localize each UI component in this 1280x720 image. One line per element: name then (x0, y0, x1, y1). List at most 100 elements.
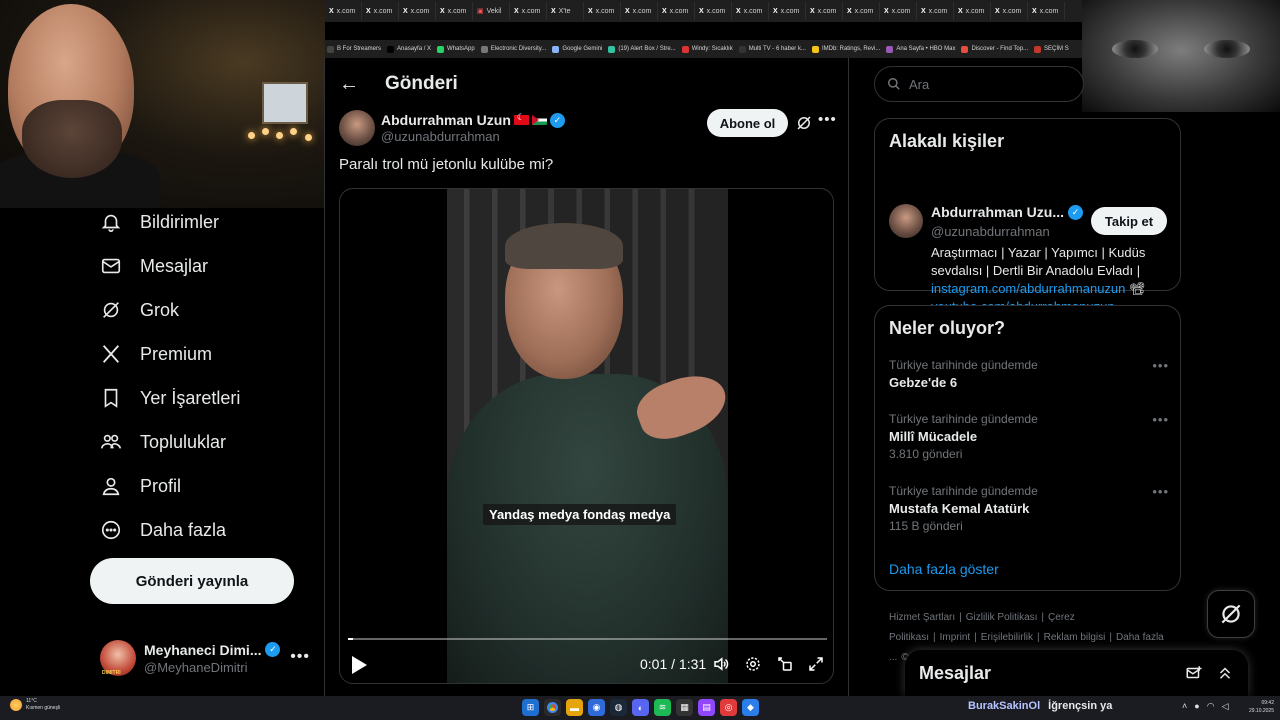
volume-icon[interactable] (712, 655, 730, 673)
footer-link[interactable]: Gizlilik Politikası (966, 612, 1038, 623)
trend-item[interactable]: Türkiye tarihinde gündemde Mustafa Kemal… (889, 484, 1169, 533)
nav-item-messages[interactable]: Mesajlar (90, 244, 320, 288)
browser-tab[interactable]: Xx.com (436, 2, 473, 20)
browser-tab[interactable]: Xx.com (325, 2, 362, 20)
bookmark-item[interactable]: Anasayfa / X (387, 45, 431, 53)
bookmark-item[interactable]: IMDb: Ratings, Revi... (811, 45, 880, 53)
post-button[interactable]: Gönderi yayınla (90, 558, 294, 604)
grok-floating-button[interactable] (1207, 590, 1255, 638)
trend-item[interactable]: Türkiye tarihinde gündemde Millî Mücadel… (889, 412, 1169, 461)
footer-link[interactable]: Imprint (940, 632, 971, 643)
bookmark-item[interactable]: Electronic Diversity... (480, 45, 546, 53)
twitch-icon[interactable]: ▤ (698, 699, 715, 716)
volume-icon[interactable]: ◁ (1222, 701, 1229, 712)
footer-link[interactable]: Reklam bilgisi (1044, 632, 1106, 643)
more-horizontal-icon[interactable]: ••• (290, 648, 310, 666)
browser-tab[interactable]: Xx.com (695, 2, 732, 20)
fullscreen-icon[interactable] (807, 655, 825, 673)
author-name[interactable]: Abdurrahman Uzun (381, 112, 511, 128)
search-input[interactable] (909, 76, 1059, 92)
steam-icon[interactable]: ◍ (610, 699, 627, 716)
browser-tab[interactable]: X X'te (547, 2, 584, 20)
webcam-overlay-left (0, 0, 325, 208)
follow-button[interactable]: Takip et (1091, 207, 1167, 235)
nav-item-profile[interactable]: Profil (90, 464, 320, 508)
footer-link[interactable]: Erişilebilirlik (981, 632, 1033, 643)
video-progress-bar[interactable] (348, 638, 827, 640)
more-horizontal-icon[interactable]: ••• (1152, 484, 1169, 499)
trend-item[interactable]: Türkiye tarihinde gündemde Gebze'de 6 ••… (889, 358, 1169, 390)
browser-tab[interactable]: Xx.com (399, 2, 436, 20)
app-icon[interactable]: ◎ (720, 699, 737, 716)
spotify-icon[interactable]: ≋ (654, 699, 671, 716)
bookmark-item[interactable]: Multi TV - 6 haber k... (738, 45, 806, 53)
author-avatar[interactable] (339, 110, 375, 146)
wifi-icon[interactable]: ◠ (1207, 701, 1215, 712)
chevron-up-icon[interactable]: ˄ (1182, 701, 1187, 712)
weather-widget[interactable]: 11°C Kısmen güneşli (10, 698, 60, 712)
browser-tab[interactable]: Xx.com (991, 2, 1028, 20)
nav-item-bookmarks[interactable]: Yer İşaretleri (90, 376, 320, 420)
app-icon[interactable]: ◉ (588, 699, 605, 716)
browser-tab[interactable]: Xx.com (1028, 2, 1065, 20)
tab-label: x.com (743, 7, 763, 15)
picture-in-picture-icon[interactable] (776, 655, 794, 673)
related-name[interactable]: Abdurrahman Uzu... (931, 204, 1064, 220)
settings-gear-icon[interactable] (744, 655, 762, 673)
grok-icon[interactable] (795, 114, 813, 132)
start-menu-icon[interactable]: ⊞ (522, 699, 539, 716)
browser-tab[interactable]: Xx.com (880, 2, 917, 20)
clock[interactable]: 09:42 29.10.2025 (1240, 699, 1274, 715)
browser-tab[interactable]: Xx.com (658, 2, 695, 20)
browser-tab[interactable]: Xx.com (362, 2, 399, 20)
more-horizontal-icon[interactable]: ••• (1152, 412, 1169, 427)
bookmark-item[interactable]: (19) Alert Box / Stre... (608, 45, 676, 53)
bookmark-item[interactable]: Windy: Sıcaklık (681, 45, 733, 53)
more-horizontal-icon[interactable]: ••• (1152, 358, 1169, 373)
browser-tab[interactable]: Xx.com (769, 2, 806, 20)
browser-tab[interactable]: Xx.com (917, 2, 954, 20)
search-bar[interactable] (874, 66, 1084, 102)
subscribe-button[interactable]: Abone ol (707, 109, 788, 137)
nav-item-communities[interactable]: Topluluklar (90, 420, 320, 464)
browser-tab[interactable]: Xx.com (732, 2, 769, 20)
bookmark-item[interactable]: B For Streamers (327, 45, 381, 53)
browser-tab[interactable]: ▣ Vekil (473, 2, 510, 20)
back-arrow-icon[interactable]: ← (339, 73, 359, 96)
browser-tab[interactable]: Xx.com (621, 2, 658, 20)
author-handle[interactable]: @uzunabdurrahman (381, 129, 565, 144)
browser-tab[interactable]: Xx.com (806, 2, 843, 20)
nav-item-premium[interactable]: Premium (90, 332, 320, 376)
related-person[interactable]: Abdurrahman Uzu... ✓ @uzunabdurrahman Tak… (875, 152, 1180, 314)
bookmark-item[interactable]: Ana Sayfa • HBO Max (886, 45, 955, 53)
nav-item-notifications[interactable]: Bildirimler (90, 200, 320, 244)
nav-item-more[interactable]: Daha fazla (90, 508, 320, 552)
bookmark-item[interactable]: Google Gemini (552, 45, 602, 53)
file-explorer-icon[interactable]: ▬ (566, 699, 583, 716)
show-more-link[interactable]: Daha fazla göster (889, 561, 999, 577)
new-message-icon[interactable] (1185, 664, 1203, 682)
chevron-up-double-icon[interactable] (1216, 664, 1234, 682)
bookmark-item[interactable]: SEÇİM S (1034, 45, 1069, 53)
browser-tab[interactable]: Xx.com (584, 2, 621, 20)
bookmark-item[interactable]: WhatsApp (437, 45, 475, 53)
more-horizontal-icon[interactable]: ••• (818, 111, 837, 128)
bookmark-item[interactable]: Discover - Find Top... (961, 45, 1028, 53)
messages-drawer[interactable]: Mesajlar (905, 650, 1248, 696)
discord-icon[interactable]: ◐ (632, 699, 649, 716)
mic-icon[interactable]: ● (1194, 701, 1199, 712)
app-icon[interactable]: ◆ (742, 699, 759, 716)
app-icon[interactable]: ▦ (676, 699, 693, 716)
related-avatar[interactable] (889, 204, 923, 238)
browser-tab[interactable]: Xx.com (954, 2, 991, 20)
browser-tab[interactable]: Xx.com (843, 2, 880, 20)
account-switcher[interactable]: DIMITRI Meyhaneci Dimi... ✓ @MeyhaneDimit… (100, 636, 310, 680)
bio-link-instagram[interactable]: instagram.com/abdurrahmanuzun (931, 281, 1125, 296)
video-player[interactable]: Yandaş medya fondaş medya 0:01 / 1:31 (339, 188, 834, 684)
play-icon[interactable] (350, 655, 368, 675)
footer-link[interactable]: Hizmet Şartları (889, 612, 955, 623)
nav-item-grok[interactable]: Grok (90, 288, 320, 332)
related-handle[interactable]: @uzunabdurrahman (931, 224, 1050, 239)
chrome-icon[interactable] (544, 699, 561, 716)
browser-tab[interactable]: Xx.com (510, 2, 547, 20)
